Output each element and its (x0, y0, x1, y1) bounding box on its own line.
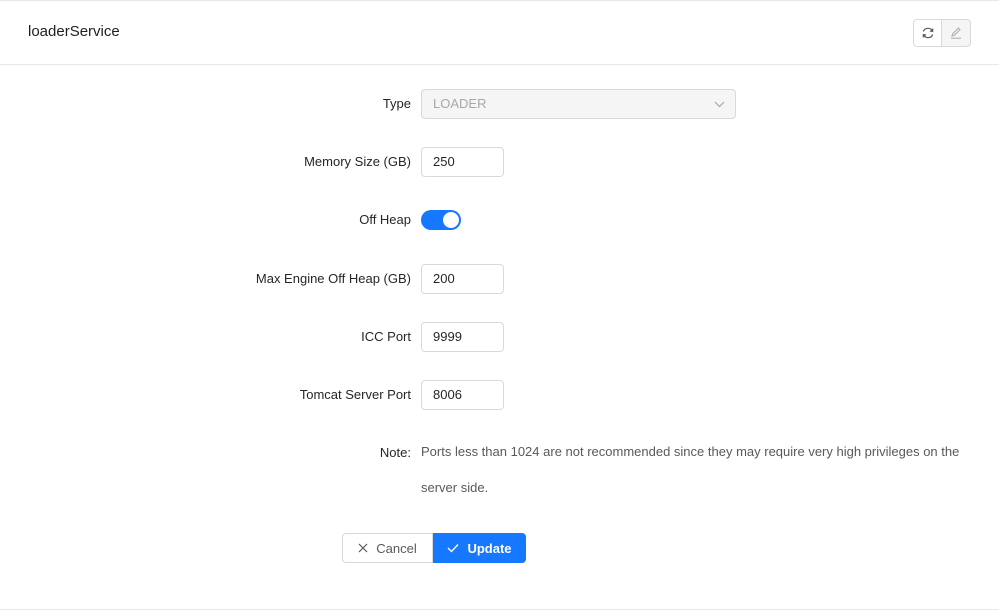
type-select[interactable]: LOADER (421, 89, 736, 119)
note-text: Ports less than 1024 are not recommended… (421, 444, 960, 495)
off-heap-label: Off Heap (359, 212, 411, 227)
max-engine-off-heap-label: Max Engine Off Heap (GB) (255, 271, 411, 286)
off-heap-toggle[interactable] (421, 210, 461, 230)
refresh-icon (922, 27, 933, 39)
icc-port-row: ICC Port 9999 (0, 322, 999, 352)
memory-size-label: Memory Size (GB) (304, 154, 411, 169)
type-select-value: LOADER (433, 96, 487, 111)
note-label: Note: (379, 445, 411, 460)
edit-button[interactable] (942, 19, 971, 47)
memory-size-input[interactable]: 250 (421, 147, 504, 177)
check-icon (447, 544, 459, 553)
header-actions (913, 19, 971, 47)
close-icon (358, 543, 368, 553)
memory-size-row: Memory Size (GB) 250 (0, 147, 999, 177)
max-engine-off-heap-row: Max Engine Off Heap (GB) 200 (0, 264, 999, 294)
type-row: Type LOADER (0, 89, 999, 119)
max-engine-off-heap-input[interactable]: 200 (421, 264, 504, 294)
chevron-down-icon (714, 101, 725, 108)
tomcat-server-port-input[interactable]: 8006 (421, 380, 504, 410)
service-title: loaderService (28, 23, 120, 40)
cancel-button-label: Cancel (376, 540, 417, 556)
update-button[interactable]: Update (433, 533, 526, 563)
icc-port-label: ICC Port (361, 329, 411, 344)
bottom-divider (0, 609, 999, 610)
toggle-knob (443, 212, 459, 228)
update-button-label: Update (467, 540, 512, 556)
panel-header: loaderService (0, 1, 999, 65)
off-heap-row: Off Heap (0, 205, 999, 235)
tomcat-server-port-label: Tomcat Server Port (299, 387, 411, 402)
cancel-button[interactable]: Cancel (342, 533, 433, 563)
type-label: Type (382, 96, 411, 111)
tomcat-server-port-row: Tomcat Server Port 8006 (0, 380, 999, 410)
refresh-button[interactable] (913, 19, 942, 47)
icc-port-input[interactable]: 9999 (421, 322, 504, 352)
edit-icon (951, 27, 961, 39)
